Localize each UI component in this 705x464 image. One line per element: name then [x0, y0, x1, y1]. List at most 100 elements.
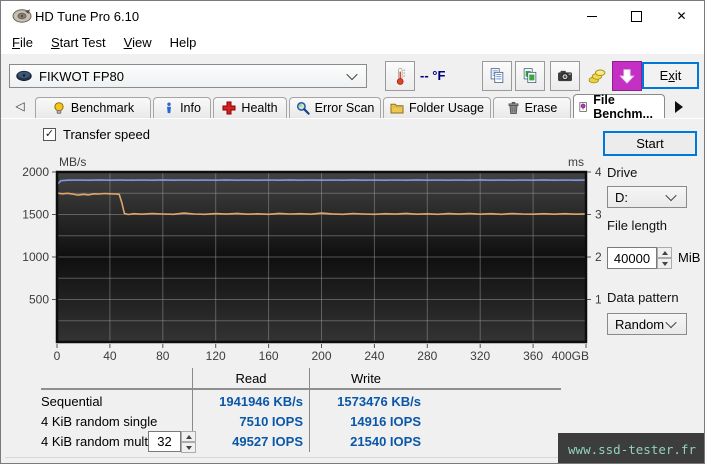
tab-scroll-left-button[interactable]: ◁	[9, 96, 31, 116]
lightbulb-icon	[54, 102, 64, 114]
drive-dropdown-value: D:	[615, 189, 628, 205]
app-window: HD Tune Pro 6.10 ✕ File Start Test View …	[0, 0, 705, 464]
svg-text:ms: ms	[568, 155, 584, 169]
svg-text:240: 240	[364, 349, 384, 363]
tab-error-scan[interactable]: Error Scan	[289, 97, 381, 118]
toolbar: FIKWOT FP80 -- °F Exit	[1, 54, 704, 94]
copy-image-button[interactable]	[515, 61, 545, 91]
app-hdd-icon	[12, 9, 32, 23]
tab-scroll-right-button[interactable]	[675, 101, 683, 113]
svg-text:40: 40	[103, 349, 117, 363]
random-single-write-value: 14916 IOPS	[350, 414, 421, 429]
svg-text:40: 40	[595, 165, 601, 179]
camera-icon	[558, 70, 572, 82]
sequential-write-value: 1573476 KB/s	[337, 394, 421, 409]
table-header-rule	[41, 388, 561, 390]
minimize-icon	[586, 15, 597, 17]
file-length-unit: MiB	[678, 250, 701, 265]
svg-text:1500: 1500	[22, 208, 49, 222]
random-multi-read-value: 49527 IOPS	[232, 434, 303, 449]
svg-text:500: 500	[29, 293, 49, 307]
chevron-down-icon	[665, 189, 677, 202]
drive-select[interactable]: FIKWOT FP80	[9, 64, 367, 88]
svg-text:200: 200	[311, 349, 331, 363]
svg-text:280: 280	[417, 349, 437, 363]
file-benchmark-page: ✓ Transfer speed Start 0 40 80 120 160 200 240…	[1, 118, 704, 463]
screenshot-button[interactable]	[550, 61, 580, 91]
tab-info[interactable]: Info	[153, 97, 211, 118]
chevron-down-icon	[665, 316, 677, 329]
arrow-down-button[interactable]	[612, 61, 642, 91]
arrow-down-icon	[661, 261, 668, 266]
data-pattern-label: Data pattern	[607, 290, 679, 305]
svg-text:360: 360	[523, 349, 543, 363]
coins-button[interactable]	[582, 61, 612, 91]
info-icon	[167, 102, 172, 114]
drive-dropdown[interactable]: D:	[607, 186, 687, 208]
svg-text:MB/s: MB/s	[59, 155, 86, 169]
transfer-speed-label: Transfer speed	[63, 127, 150, 142]
svg-text:0: 0	[54, 349, 61, 363]
file-benchmark-icon	[579, 101, 587, 112]
minimize-button[interactable]	[569, 1, 614, 31]
tab-benchmark[interactable]: Benchmark	[35, 97, 151, 118]
svg-text:10: 10	[595, 293, 601, 307]
svg-text:20: 20	[595, 250, 601, 264]
menubar: File Start Test View Help	[1, 31, 704, 54]
random-single-read-value: 7510 IOPS	[239, 414, 303, 429]
row-label-random-multi: 4 KiB random multi	[41, 434, 151, 449]
menu-item-view[interactable]: View	[115, 32, 161, 53]
magnifier-icon	[296, 101, 310, 115]
svg-text:160: 160	[259, 349, 279, 363]
tab-folder-usage[interactable]: Folder Usage	[383, 97, 491, 118]
close-button[interactable]: ✕	[659, 1, 704, 31]
temperature-readout: -- °F	[420, 68, 446, 83]
menu-item-file[interactable]: File	[3, 32, 42, 53]
file-length-spinner	[657, 247, 672, 269]
titlebar: HD Tune Pro 6.10 ✕	[1, 1, 704, 31]
maximize-button[interactable]	[614, 1, 659, 31]
start-button[interactable]: Start	[603, 131, 697, 156]
random-multi-write-value: 21540 IOPS	[350, 434, 421, 449]
svg-text:1000: 1000	[22, 250, 49, 264]
transfer-speed-checkbox[interactable]: ✓	[43, 128, 56, 141]
svg-text:30: 30	[595, 208, 601, 222]
svg-text:400GB: 400GB	[552, 349, 589, 363]
column-header-write: Write	[350, 371, 382, 386]
data-pattern-dropdown[interactable]: Random	[607, 313, 687, 335]
triangle-left-icon: ◁	[15, 99, 25, 113]
coins-icon	[588, 69, 606, 84]
drive-select-value: FIKWOT FP80	[39, 68, 124, 84]
maximize-icon	[631, 10, 642, 22]
exit-button[interactable]: Exit	[642, 62, 699, 89]
hdd-icon	[16, 70, 32, 82]
drive-label: Drive	[607, 165, 638, 180]
copy-text-button[interactable]	[482, 61, 512, 91]
row-label-random-single: 4 KiB random single	[41, 414, 158, 429]
trash-icon	[508, 101, 519, 115]
chevron-down-icon	[346, 68, 358, 81]
sequential-read-value: 1941946 KB/s	[219, 394, 303, 409]
arrow-up-icon	[661, 250, 668, 255]
svg-text:120: 120	[206, 349, 226, 363]
file-length-input[interactable]	[607, 247, 657, 269]
svg-text:80: 80	[156, 349, 170, 363]
file-length-spin-down-button[interactable]	[657, 258, 672, 269]
folder-icon	[390, 103, 404, 114]
data-pattern-value: Random	[615, 316, 665, 332]
arrow-down-icon	[619, 69, 635, 84]
column-header-read: Read	[235, 371, 267, 386]
copy-image-icon	[523, 68, 537, 83]
temperature-button[interactable]	[385, 61, 415, 91]
file-length-spin-up-button[interactable]	[657, 247, 672, 258]
svg-text:320: 320	[470, 349, 490, 363]
tab-file-benchmark[interactable]: File Benchm...	[573, 93, 665, 121]
menu-item-help[interactable]: Help	[161, 32, 206, 53]
tab-strip: ◁ Benchmark Info Health Error Scan Folde…	[1, 93, 704, 121]
copy-text-icon	[490, 68, 504, 83]
tab-health[interactable]: Health	[213, 97, 287, 118]
row-label-sequential: Sequential	[41, 394, 103, 409]
benchmark-chart: 0 40 80 120 160 200 240 280 320 360 400GB 500 1000 15…	[22, 155, 601, 363]
menu-item-start-test[interactable]: Start Test	[42, 32, 115, 53]
tab-erase[interactable]: Erase	[493, 97, 571, 118]
